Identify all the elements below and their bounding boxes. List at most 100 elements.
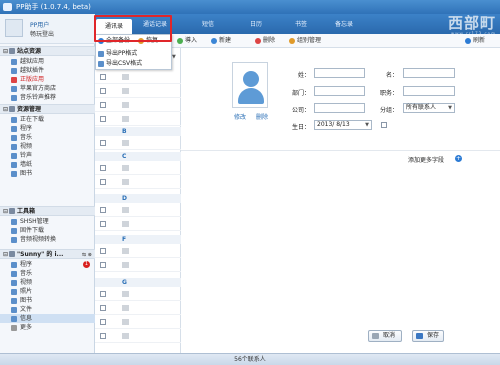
export-pp-format[interactable]: 导出PP格式: [96, 49, 171, 58]
list-item[interactable]: [95, 175, 181, 189]
sidebar-item-converter[interactable]: 音频视频转换: [0, 235, 95, 244]
row-checkbox[interactable]: [100, 262, 106, 268]
toolbox-icon: [9, 208, 15, 214]
app-icon: [11, 59, 17, 65]
tab-bookmarks[interactable]: 书签: [283, 17, 319, 32]
sidebar-item-books[interactable]: 图书: [0, 169, 95, 178]
music-icon: [11, 271, 17, 277]
sidebar-item-shsh[interactable]: SHSH管理: [0, 217, 95, 226]
row-checkbox[interactable]: [100, 165, 106, 171]
list-item[interactable]: [95, 161, 181, 175]
birthday-picker[interactable]: 2013/ 8/13 ▼: [314, 120, 372, 130]
sidebar-item-device-video[interactable]: 视频: [0, 278, 95, 287]
photo-delete-link[interactable]: 删除: [256, 112, 268, 121]
sidebar-item-ringtones[interactable]: 铃声: [0, 151, 95, 160]
row-checkbox[interactable]: [100, 102, 106, 108]
sidebar-item-device-music[interactable]: 音乐: [0, 269, 95, 278]
add-field-button[interactable]: +: [455, 155, 462, 162]
import-button[interactable]: 導入: [177, 36, 197, 46]
list-item[interactable]: [95, 84, 181, 98]
birthday-label: 生日：: [291, 124, 310, 131]
sidebar-item-device-more[interactable]: 更多: [0, 323, 95, 332]
sidebar-item-wallpaper[interactable]: 墙纸: [0, 160, 95, 169]
row-checkbox[interactable]: [100, 88, 106, 94]
list-item[interactable]: [95, 217, 181, 231]
sidebar-item-ringtone-recommend[interactable]: 音乐铃声推荐: [0, 93, 95, 102]
row-checkbox[interactable]: [100, 305, 106, 311]
row-checkbox[interactable]: [100, 319, 106, 325]
list-item[interactable]: [95, 287, 181, 301]
job-title-field[interactable]: [403, 86, 455, 96]
sidebar-item-video[interactable]: 视频: [0, 142, 95, 151]
list-item[interactable]: [95, 329, 181, 343]
export-csv-format[interactable]: 导出CSV格式: [96, 59, 171, 68]
photo-edit-link[interactable]: 修改: [234, 112, 246, 121]
sidebar-item-device-books[interactable]: 图书: [0, 296, 95, 305]
sidebar-item-jailbreak-plugins[interactable]: 越狱插件: [0, 66, 95, 75]
new-button[interactable]: 新建: [211, 36, 231, 46]
contact-list: B C D F G: [95, 48, 181, 353]
section-toolbox[interactable]: ⊟ 工具箱: [0, 206, 95, 216]
list-item[interactable]: [95, 258, 181, 272]
group-manage-button[interactable]: 组别管理: [289, 36, 321, 46]
row-checkbox[interactable]: [100, 74, 106, 80]
avatar[interactable]: [5, 19, 23, 37]
list-item[interactable]: [95, 203, 181, 217]
sidebar-item-programs[interactable]: 程序: [0, 124, 95, 133]
tab-sms[interactable]: 短信: [190, 17, 226, 32]
contact-photo[interactable]: [232, 62, 268, 108]
tab-memo[interactable]: 备忘录: [326, 17, 362, 32]
plus-icon: [211, 38, 217, 44]
surname-field[interactable]: [314, 68, 365, 78]
list-item[interactable]: [95, 244, 181, 258]
section-site-resources[interactable]: ⊟ 站点资源: [0, 46, 95, 56]
user-name[interactable]: PP用户: [30, 20, 49, 29]
device-buttons[interactable]: ⇆ ⊗: [82, 251, 92, 260]
row-checkbox[interactable]: [100, 291, 106, 297]
given-name-label: 名：: [385, 72, 398, 79]
row-checkbox[interactable]: [100, 179, 106, 185]
group-select[interactable]: 所有联系人 ▼: [403, 103, 455, 113]
refresh-button[interactable]: 刷新: [465, 36, 485, 46]
list-item[interactable]: [95, 136, 181, 150]
row-checkbox[interactable]: [100, 333, 106, 339]
sidebar-item-device-files[interactable]: 文件: [0, 305, 95, 314]
sidebar-item-firmware[interactable]: 固件下载: [0, 226, 95, 235]
list-item[interactable]: [95, 315, 181, 329]
list-group-header: D: [95, 194, 181, 203]
list-item[interactable]: [95, 301, 181, 315]
company-field[interactable]: [314, 103, 365, 113]
save-button[interactable]: 保存: [412, 330, 444, 342]
more-icon: [11, 325, 17, 331]
sidebar-item-music[interactable]: 音乐: [0, 133, 95, 142]
row-checkbox[interactable]: [100, 140, 106, 146]
sidebar-item-device-programs[interactable]: 程序 1: [0, 260, 95, 269]
file-icon: [11, 307, 17, 313]
sidebar-item-device-photos[interactable]: 照片: [0, 287, 95, 296]
section-resource-management[interactable]: ⊟ 资源管理: [0, 104, 95, 114]
sidebar-item-jailbreak-apps[interactable]: 越狱应用: [0, 57, 95, 66]
birthday-checkbox[interactable]: [381, 122, 387, 128]
sidebar-item-apple-store[interactable]: 苹果官方商店: [0, 84, 95, 93]
tab-calendar[interactable]: 日历: [238, 17, 274, 32]
download-icon: [11, 117, 17, 123]
list-item[interactable]: [95, 98, 181, 112]
row-checkbox[interactable]: [100, 207, 106, 213]
row-checkbox[interactable]: [100, 116, 106, 122]
delete-button[interactable]: 删除: [255, 36, 275, 46]
row-checkbox[interactable]: [100, 221, 106, 227]
section-device[interactable]: ⊟ "Sunny" 的 i... ⇆ ⊗: [0, 249, 95, 259]
cancel-button[interactable]: 取消: [368, 330, 402, 342]
row-checkbox[interactable]: [100, 248, 106, 254]
given-name-field[interactable]: [403, 68, 455, 78]
list-item[interactable]: [95, 70, 181, 84]
save-icon: [416, 333, 423, 339]
logout-link[interactable]: 畅玩登出: [30, 29, 54, 38]
sidebar-item-official-apps[interactable]: 正版应用: [0, 75, 95, 84]
job-title-label: 职务：: [379, 90, 398, 97]
sidebar-item-downloading[interactable]: 正在下载: [0, 115, 95, 124]
list-item[interactable]: [95, 112, 181, 126]
sidebar-item-device-info[interactable]: 信息: [0, 314, 95, 323]
list-scroll-arrow-icon[interactable]: ▼: [172, 54, 176, 60]
department-field[interactable]: [314, 86, 365, 96]
